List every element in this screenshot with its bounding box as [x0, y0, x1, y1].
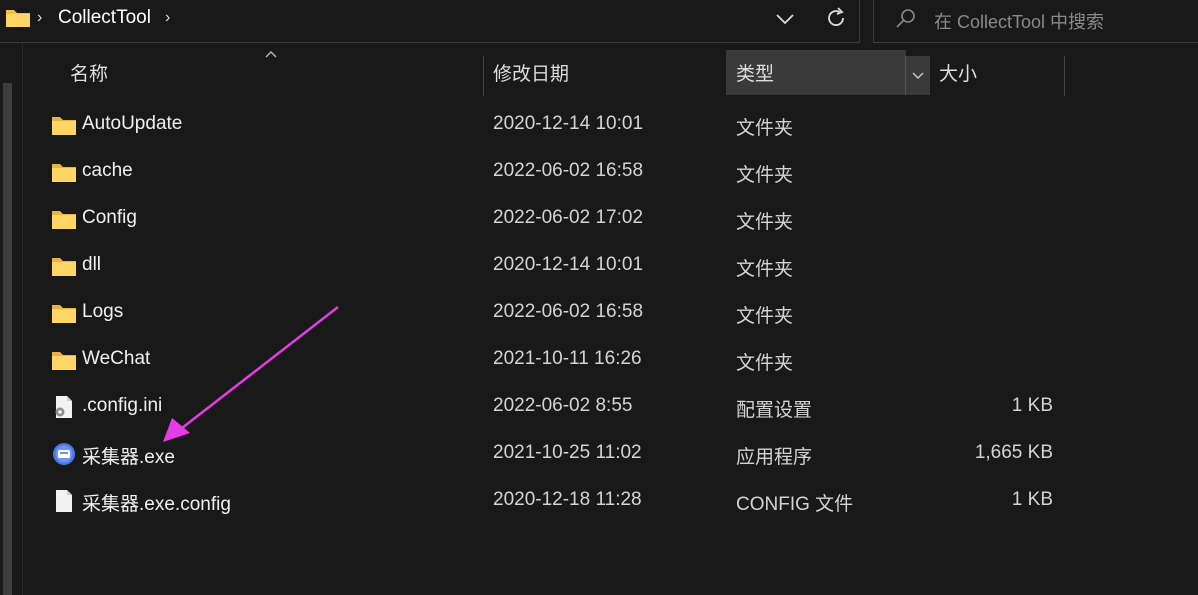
file-date: 2022-06-02 16:58 [493, 160, 644, 181]
file-row-dll[interactable]: dll 2020-12-14 10:01 文件夹 [23, 242, 1198, 289]
folder-icon [6, 10, 30, 27]
folder-icon [52, 211, 76, 229]
chevron-down-icon [912, 72, 924, 79]
file-date: 2022-06-02 8:55 [493, 395, 633, 416]
file-row-config[interactable]: Config 2022-06-02 17:02 文件夹 [23, 195, 1198, 242]
file-row-wechat[interactable]: WeChat 2021-10-11 16:26 文件夹 [23, 336, 1198, 383]
file-name: AutoUpdate [82, 113, 183, 134]
file-row-collector-exe-config[interactable]: 采集器.exe.config 2020-12-18 11:28 CONFIG 文… [23, 477, 1198, 524]
file-row-cache[interactable]: cache 2022-06-02 16:58 文件夹 [23, 148, 1198, 195]
file-date: 2020-12-18 11:28 [493, 489, 642, 510]
file-name: cache [82, 160, 133, 181]
column-type-filter[interactable] [905, 56, 930, 95]
address-bar[interactable]: › CollectTool › [0, 0, 860, 43]
folder-icon [52, 164, 76, 182]
folder-icon [52, 117, 76, 135]
file-icon [56, 490, 72, 512]
file-size: 1,665 KB [974, 442, 1053, 463]
file-type: 文件夹 [736, 212, 794, 233]
file-size: 1 KB [1011, 489, 1053, 510]
file-type: 文件夹 [736, 259, 794, 280]
file-name: .config.ini [82, 395, 163, 416]
file-date: 2021-10-11 16:26 [493, 348, 642, 369]
config-settings-icon [55, 396, 72, 418]
chevron-down-icon[interactable] [774, 8, 796, 30]
breadcrumb-separator: › [37, 9, 43, 26]
file-date: 2020-12-14 10:01 [493, 254, 644, 275]
search-input[interactable]: 在 CollectTool 中搜索 [934, 8, 1104, 34]
folder-icon [52, 258, 76, 276]
file-type: 文件夹 [736, 165, 794, 186]
scrollbar-thumb[interactable] [3, 83, 12, 595]
column-size[interactable]: 大小 [929, 50, 1065, 95]
file-date: 2020-12-14 10:01 [493, 113, 644, 134]
file-name: 采集器.exe [82, 447, 175, 468]
file-date: 2021-10-25 11:02 [493, 442, 642, 463]
refresh-icon[interactable] [824, 6, 848, 30]
search-box[interactable]: 在 CollectTool 中搜索 [873, 0, 1198, 43]
file-row-collector-exe[interactable]: 采集器.exe 2021-10-25 11:02 应用程序 1,665 KB [23, 430, 1198, 477]
file-type: 文件夹 [736, 306, 794, 327]
file-type: 文件夹 [736, 118, 794, 139]
column-type[interactable]: 类型 [726, 50, 906, 95]
search-icon [896, 9, 915, 28]
file-name: WeChat [82, 348, 151, 369]
breadcrumb-separator-end[interactable]: › [165, 9, 170, 27]
navigation-pane-edge [0, 43, 23, 595]
file-type: CONFIG 文件 [736, 494, 854, 515]
file-row-autoupdate[interactable]: AutoUpdate 2020-12-14 10:01 文件夹 [23, 101, 1198, 148]
file-type: 应用程序 [736, 447, 813, 468]
file-type: 文件夹 [736, 353, 794, 374]
file-type: 配置设置 [736, 400, 813, 421]
file-row-logs[interactable]: Logs 2022-06-02 16:58 文件夹 [23, 289, 1198, 336]
file-name: Config [82, 207, 137, 228]
file-size: 1 KB [1011, 395, 1053, 416]
file-name: Logs [82, 301, 124, 322]
folder-icon [52, 305, 76, 323]
column-name[interactable]: 名称 [60, 50, 480, 95]
file-date: 2022-06-02 16:58 [493, 301, 644, 322]
file-name: 采集器.exe.config [82, 494, 231, 515]
file-list: AutoUpdate 2020-12-14 10:01 文件夹 cache 20… [23, 101, 1198, 524]
breadcrumb-collecttool[interactable]: CollectTool [58, 7, 151, 29]
column-date[interactable]: 修改日期 [483, 50, 723, 95]
application-icon [53, 443, 75, 465]
file-row-config-ini[interactable]: .config.ini 2022-06-02 8:55 配置设置 1 KB [23, 383, 1198, 430]
file-date: 2022-06-02 17:02 [493, 207, 644, 228]
column-divider[interactable] [1064, 56, 1065, 96]
folder-icon [52, 352, 76, 370]
column-header: 名称 修改日期 类型 大小 [23, 50, 1198, 96]
file-name: dll [82, 254, 102, 275]
